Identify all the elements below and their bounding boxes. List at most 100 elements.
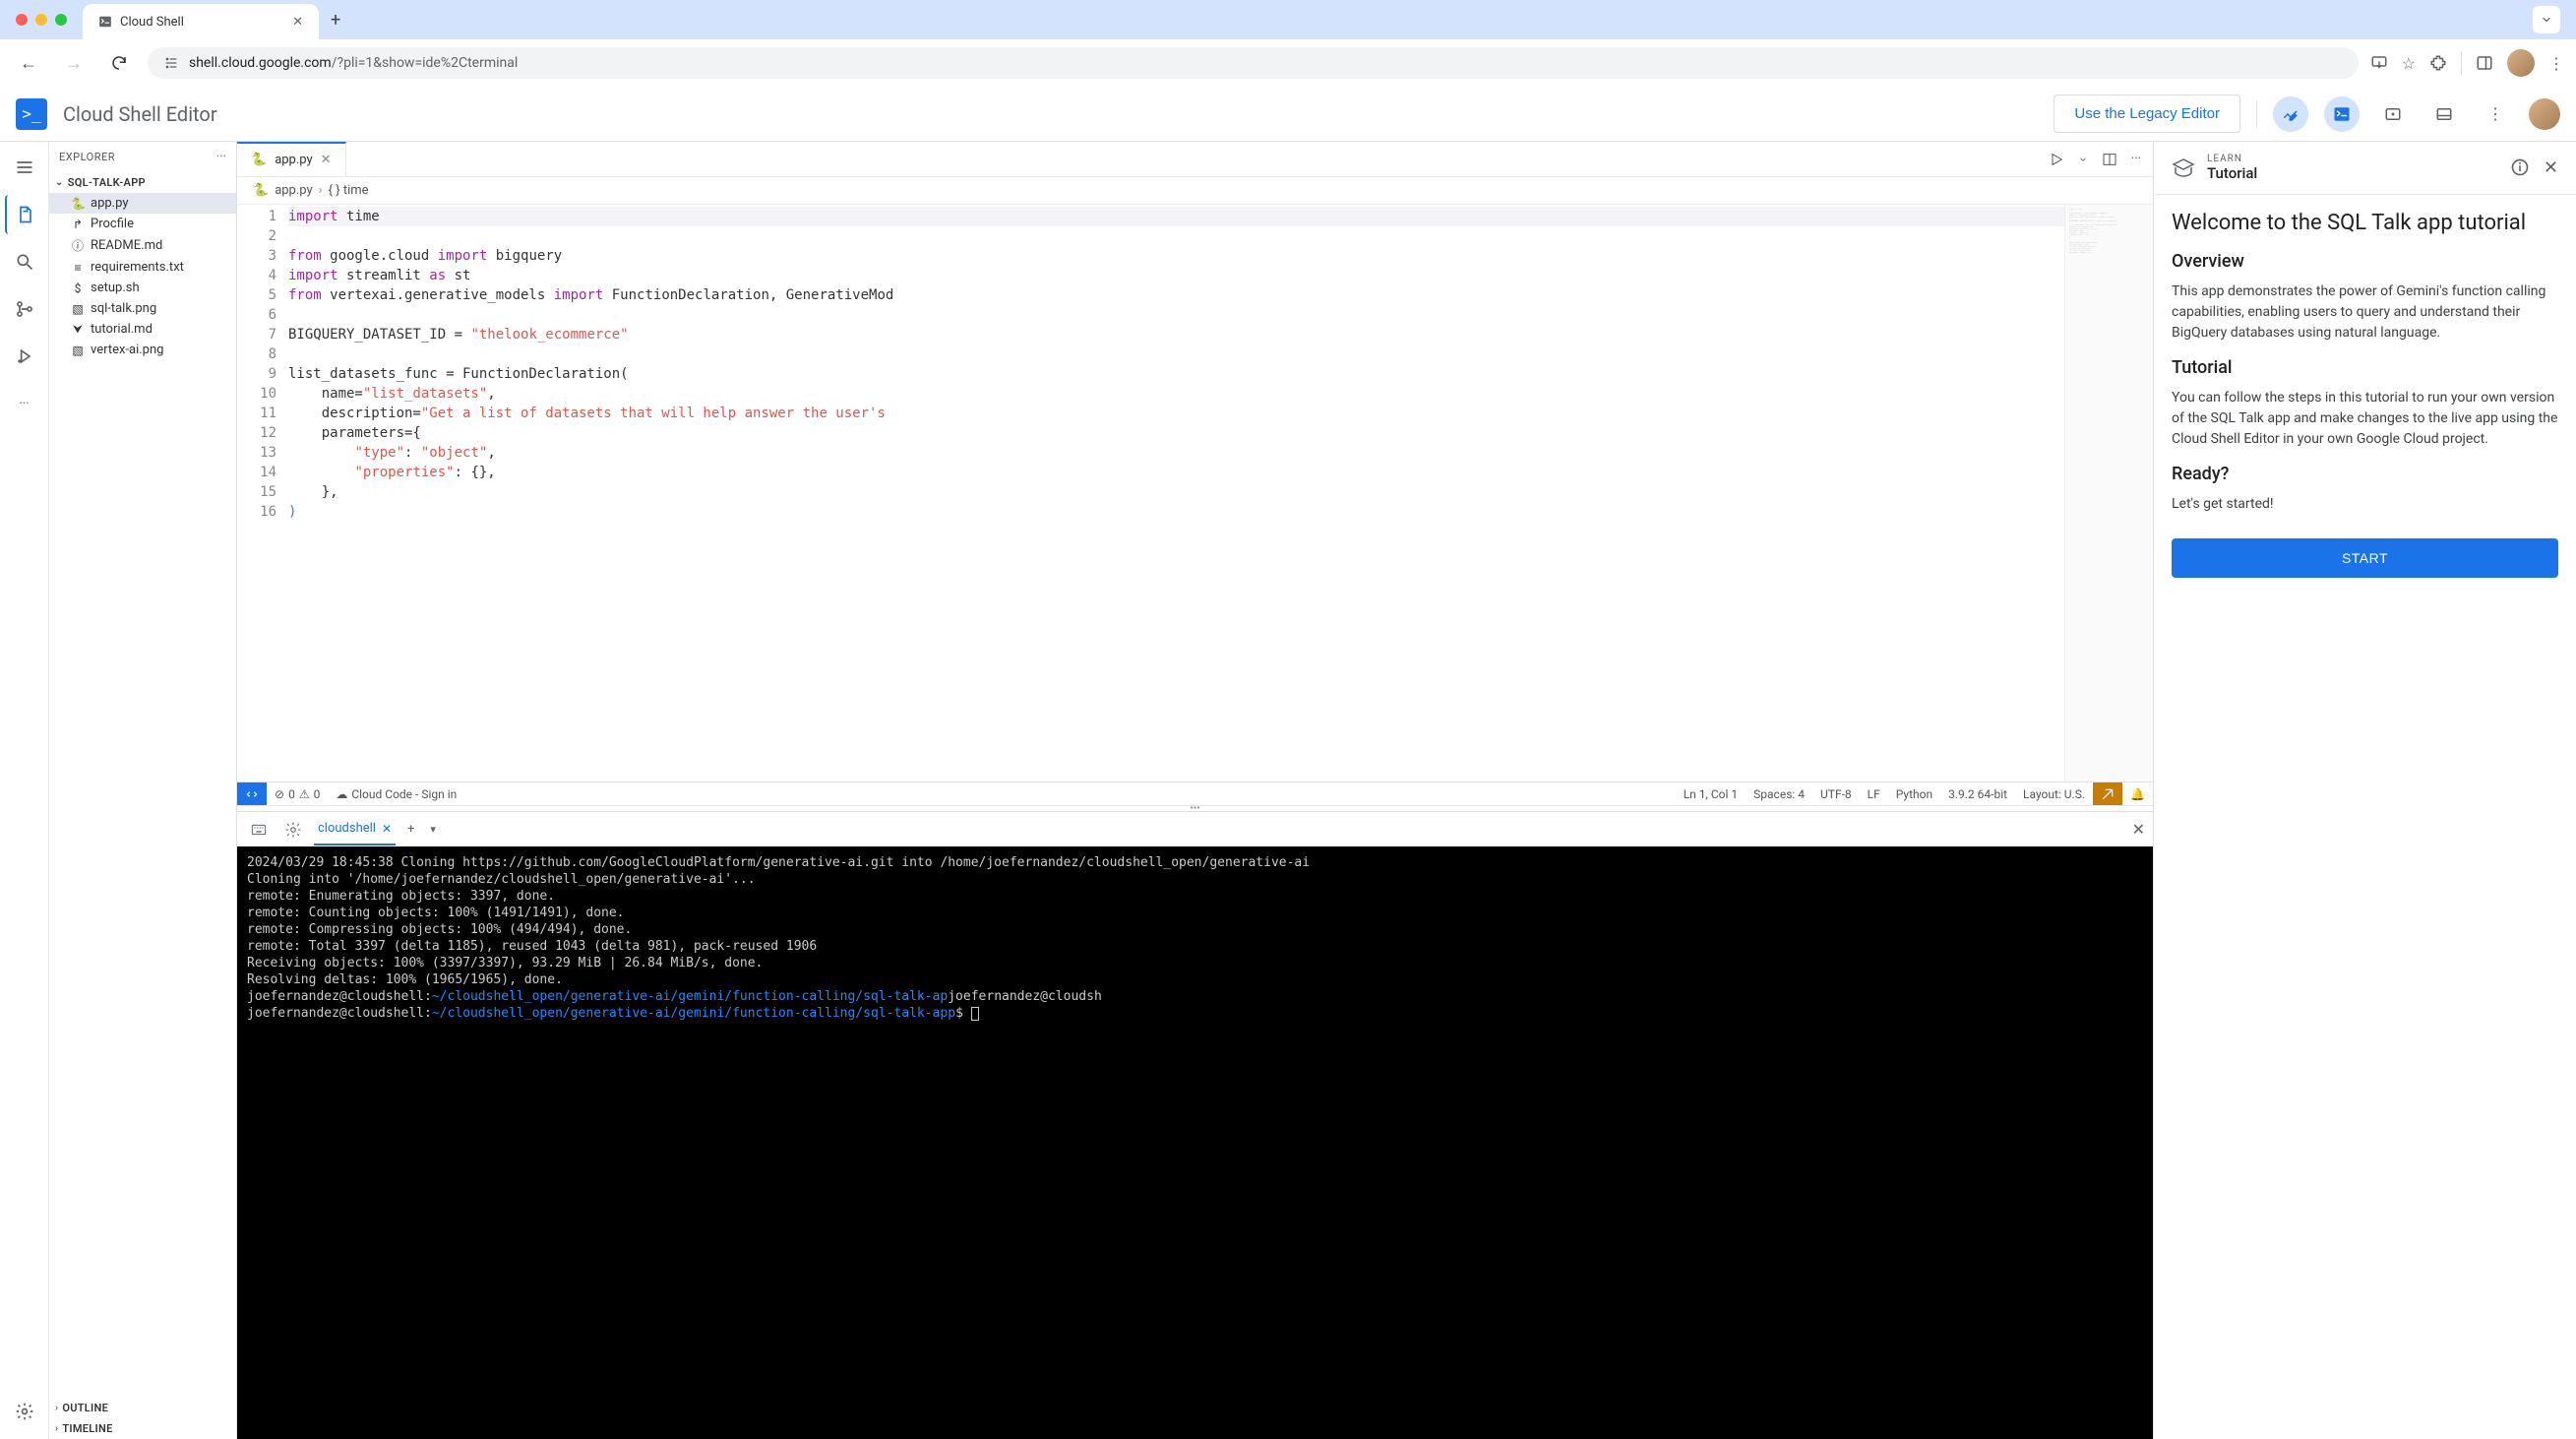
close-terminal-icon[interactable]: ✕ bbox=[382, 822, 392, 836]
extensions-icon[interactable] bbox=[2429, 54, 2447, 72]
browser-tab-title: Cloud Shell bbox=[120, 15, 284, 30]
status-orange-indicator[interactable] bbox=[2093, 782, 2122, 805]
close-panel-icon[interactable]: ✕ bbox=[2132, 820, 2145, 839]
python-interpreter[interactable]: 3.9.2 64-bit bbox=[1940, 782, 2015, 805]
file-name: setup.sh bbox=[91, 281, 140, 295]
terminal-menu-icon[interactable]: ▾ bbox=[426, 823, 440, 836]
project-header[interactable]: ⌄ SQL-TALK-APP bbox=[49, 172, 236, 193]
profile-avatar[interactable] bbox=[2507, 49, 2535, 77]
source-control-icon[interactable] bbox=[5, 289, 44, 329]
app-header: >_ Cloud Shell Editor Use the Legacy Edi… bbox=[0, 87, 2576, 142]
search-icon[interactable] bbox=[5, 242, 44, 282]
terminal-output[interactable]: 2024/03/29 18:45:38 Cloning https://gith… bbox=[237, 846, 2153, 1439]
preview-button[interactable] bbox=[2375, 96, 2411, 132]
editor-tab[interactable]: 🐍 app.py ✕ bbox=[237, 142, 346, 176]
file-name: vertex-ai.png bbox=[91, 343, 163, 357]
info-icon[interactable] bbox=[2510, 157, 2530, 178]
split-editor-icon[interactable] bbox=[2102, 152, 2117, 167]
file-item[interactable]: ⓘREADME.md bbox=[49, 234, 236, 257]
terminal-icon bbox=[98, 15, 112, 29]
more-activity-icon[interactable]: ··· bbox=[5, 384, 44, 423]
timeline-header[interactable]: › TIMELINE bbox=[49, 1418, 236, 1439]
terminal-tab[interactable]: cloudshell ✕ bbox=[314, 813, 396, 845]
tutorial-heading: Welcome to the SQL Talk app tutorial bbox=[2172, 211, 2558, 235]
encoding-setting[interactable]: UTF-8 bbox=[1812, 782, 1860, 805]
site-settings-icon[interactable] bbox=[163, 55, 179, 71]
keyboard-layout[interactable]: Layout: U.S. bbox=[2015, 782, 2093, 805]
file-item[interactable]: ▧sql-talk.png bbox=[49, 298, 236, 319]
layout-button[interactable] bbox=[2426, 96, 2462, 132]
run-button[interactable] bbox=[2049, 152, 2064, 167]
window-close-dot[interactable] bbox=[16, 14, 28, 26]
editor-toggle-button[interactable] bbox=[2273, 96, 2308, 132]
window-min-dot[interactable] bbox=[35, 14, 47, 26]
file-item[interactable]: ⮟tutorial.md bbox=[49, 319, 236, 340]
cloud-icon: ☁ bbox=[336, 787, 347, 801]
address-bar[interactable]: shell.cloud.google.com/?pli=1&show=ide%2… bbox=[148, 47, 2359, 79]
menu-icon[interactable]: ⋮ bbox=[2548, 54, 2564, 73]
explorer-icon[interactable] bbox=[5, 195, 44, 234]
close-tab-icon[interactable]: ✕ bbox=[321, 153, 332, 167]
indent-setting[interactable]: Spaces: 4 bbox=[1746, 782, 1812, 805]
file-icon: ≡ bbox=[71, 261, 85, 275]
user-avatar[interactable] bbox=[2529, 98, 2560, 130]
explorer-menu-icon[interactable]: ··· bbox=[216, 150, 226, 164]
file-icon: ▧ bbox=[71, 302, 85, 316]
problems-indicator[interactable]: ⊘0 ⚠0 bbox=[267, 782, 328, 805]
tutorial-header-title: Tutorial bbox=[2207, 164, 2257, 182]
file-name: README.md bbox=[91, 238, 162, 253]
outline-header[interactable]: › OUTLINE bbox=[49, 1398, 236, 1418]
window-max-dot[interactable] bbox=[55, 14, 67, 26]
browser-chrome: Cloud Shell ✕ + ← → shell.cloud.google.c… bbox=[0, 0, 2576, 87]
keyboard-icon[interactable] bbox=[245, 822, 273, 838]
chevron-right-icon: › bbox=[55, 1423, 58, 1434]
new-tab-button[interactable]: + bbox=[331, 10, 340, 31]
file-icon: 🐍 bbox=[71, 197, 85, 211]
file-item[interactable]: ▧vertex-ai.png bbox=[49, 340, 236, 360]
terminal-toggle-button[interactable] bbox=[2324, 96, 2360, 132]
close-icon[interactable]: ✕ bbox=[292, 15, 303, 30]
file-item[interactable]: ≡requirements.txt bbox=[49, 257, 236, 278]
file-item[interactable]: 🐍app.py bbox=[49, 193, 236, 214]
language-mode[interactable]: Python bbox=[1888, 782, 1940, 805]
close-tutorial-icon[interactable]: ✕ bbox=[2544, 157, 2558, 178]
start-button[interactable]: START bbox=[2172, 538, 2558, 578]
settings-icon[interactable] bbox=[5, 1392, 44, 1431]
browser-tab[interactable]: Cloud Shell ✕ bbox=[83, 4, 319, 39]
editor-more-icon[interactable]: ··· bbox=[2131, 152, 2141, 167]
minimap[interactable]: import timefrom google.cloud import bigq… bbox=[2064, 205, 2153, 782]
error-icon: ⊘ bbox=[275, 787, 284, 801]
terminal-tab-bar: cloudshell ✕ + ▾ ✕ bbox=[237, 811, 2153, 846]
explorer-title: EXPLORER bbox=[59, 151, 216, 163]
eol-setting[interactable]: LF bbox=[1860, 782, 1888, 805]
learn-icon bbox=[2172, 156, 2195, 180]
chevron-right-icon: › bbox=[55, 1403, 58, 1413]
install-icon[interactable] bbox=[2370, 54, 2388, 72]
forward-button[interactable]: → bbox=[57, 49, 91, 78]
explorer-panel: EXPLORER ··· ⌄ SQL-TALK-APP 🐍app.py↱Proc… bbox=[49, 142, 236, 1439]
breadcrumb[interactable]: 🐍 app.py › { } time bbox=[237, 177, 2153, 205]
remote-indicator[interactable] bbox=[237, 782, 267, 805]
cursor-position[interactable]: Ln 1, Col 1 bbox=[1676, 782, 1746, 805]
side-panel-icon[interactable] bbox=[2476, 54, 2493, 72]
file-item[interactable]: $setup.sh bbox=[49, 278, 236, 298]
reload-button[interactable] bbox=[102, 50, 136, 76]
menu-toggle-icon[interactable] bbox=[5, 148, 44, 187]
new-terminal-button[interactable]: + bbox=[403, 822, 418, 837]
file-name: tutorial.md bbox=[91, 322, 153, 337]
run-menu-icon[interactable] bbox=[2078, 152, 2088, 167]
debug-icon[interactable] bbox=[5, 337, 44, 376]
bookmark-icon[interactable]: ☆ bbox=[2402, 54, 2416, 73]
notifications-icon[interactable]: 🔔 bbox=[2122, 782, 2153, 805]
tab-menu-button[interactable] bbox=[2533, 6, 2560, 33]
file-item[interactable]: ↱Procfile bbox=[49, 214, 236, 234]
code-editor[interactable]: 12345678910111213141516 import time from… bbox=[237, 205, 2153, 782]
python-file-icon: 🐍 bbox=[251, 153, 267, 167]
python-file-icon: 🐍 bbox=[253, 183, 269, 198]
legacy-editor-button[interactable]: Use the Legacy Editor bbox=[2054, 94, 2240, 133]
cloud-code-status[interactable]: ☁ Cloud Code - Sign in bbox=[328, 782, 464, 805]
more-menu-button[interactable]: ⋮ bbox=[2478, 96, 2513, 132]
chevron-down-icon: ⌄ bbox=[55, 177, 64, 188]
back-button[interactable]: ← bbox=[12, 49, 45, 78]
terminal-settings-icon[interactable] bbox=[280, 821, 306, 839]
